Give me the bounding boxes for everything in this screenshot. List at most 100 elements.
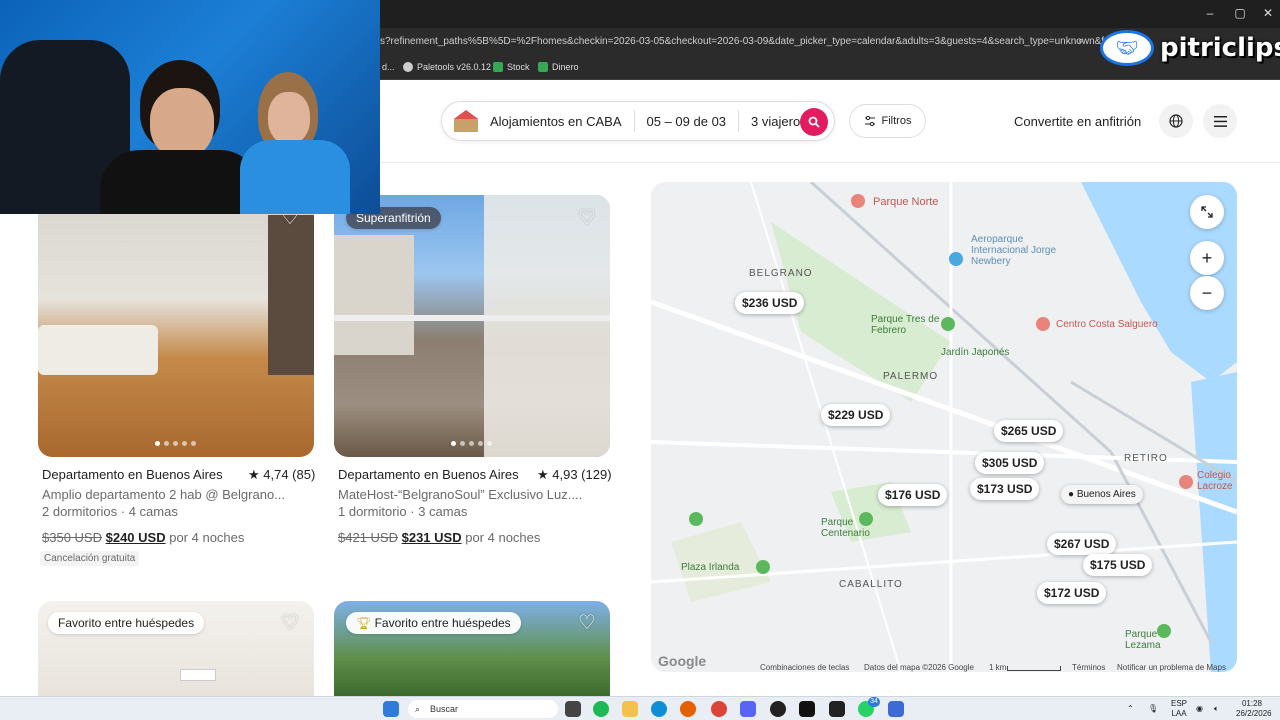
poi-marker-icon[interactable] <box>1179 475 1193 489</box>
park-icon[interactable] <box>859 512 873 526</box>
app-icon[interactable] <box>770 701 786 717</box>
filters-button[interactable]: Filtros <box>849 104 926 138</box>
price-marker[interactable]: $236 USD <box>735 292 805 314</box>
listing-title[interactable]: Departamento en Buenos Aires <box>42 467 223 482</box>
park-icon[interactable] <box>1157 624 1171 638</box>
heart-icon[interactable]: ♡ <box>576 207 598 229</box>
bookmark-paletools[interactable]: Paletools v26.0.12 <box>403 62 491 72</box>
price-marker[interactable]: $265 USD <box>994 420 1064 442</box>
globe-icon <box>1169 114 1183 128</box>
terms-link[interactable]: Términos <box>1072 663 1105 672</box>
map-label: RETIRO <box>1124 453 1168 464</box>
listing-title[interactable]: Departamento en Buenos Aires <box>338 467 519 482</box>
language-button[interactable] <box>1159 104 1193 138</box>
free-cancellation-tag: Cancelación gratuita <box>40 551 140 566</box>
keyboard-shortcuts-link[interactable]: Combinaciones de teclas <box>760 663 849 672</box>
price-period: por 4 noches <box>169 530 245 545</box>
price-marker[interactable]: $175 USD <box>1083 554 1153 576</box>
price-marker[interactable]: $229 USD <box>821 404 891 426</box>
map-label: Centro Costa Salguero <box>1056 319 1158 330</box>
scale-bar <box>1007 666 1061 671</box>
sofa-shape <box>38 325 158 375</box>
search-button[interactable] <box>800 108 828 136</box>
taskbar-search[interactable]: ⌕ Buscar <box>408 700 558 718</box>
plus-icon <box>538 62 548 72</box>
park-icon[interactable] <box>941 317 955 331</box>
app-icon[interactable] <box>888 701 904 717</box>
map-label: CABALLITO <box>839 579 903 590</box>
search-bar[interactable]: Alojamientos en CABA 05 – 09 de 03 3 via… <box>441 101 835 141</box>
zoom-in-button[interactable]: + <box>1190 241 1224 275</box>
expand-map-button[interactable] <box>1190 195 1224 229</box>
scale-text: 1 km <box>989 663 1007 672</box>
map-label: BELGRANO <box>749 268 813 279</box>
bookmark-d[interactable]: d... <box>382 62 395 72</box>
tiktok-icon[interactable] <box>799 701 815 717</box>
wall-cabinet-shape <box>268 215 314 375</box>
microphone-icon[interactable]: 🎙︎ <box>1148 704 1158 714</box>
poi-marker-icon[interactable] <box>851 194 865 208</box>
poi-marker-icon[interactable] <box>1036 317 1050 331</box>
map-label: Parque Norte <box>873 196 939 208</box>
price-marker[interactable]: $173 USD <box>970 478 1040 500</box>
house-icon <box>454 110 478 132</box>
map-label: Jardín Japonés <box>941 347 1010 358</box>
capcut-icon[interactable] <box>829 701 845 717</box>
tray-chevron-icon[interactable]: ⌃ <box>1127 704 1134 714</box>
dates-field[interactable]: 05 – 09 de 03 <box>635 114 739 129</box>
volume-icon[interactable]: 🔈︎ <box>1214 704 1219 714</box>
price-marker[interactable]: $305 USD <box>975 452 1045 474</box>
minimize-button[interactable]: – <box>1203 6 1217 20</box>
listing-image[interactable] <box>334 195 610 457</box>
menu-button[interactable] <box>1203 104 1237 138</box>
map-label: Aeroparque Internacional Jorge Newbery <box>971 234 1057 267</box>
price-marker[interactable]: $267 USD <box>1047 533 1117 555</box>
windows-start-icon[interactable] <box>383 701 399 717</box>
listing-image[interactable] <box>38 195 314 457</box>
image-dots <box>451 441 492 446</box>
railing-shape <box>334 315 610 321</box>
maximize-button[interactable]: ▢ <box>1233 6 1247 20</box>
language-indicator[interactable]: ESP LAA <box>1168 699 1190 719</box>
air-conditioner-shape <box>180 669 216 681</box>
wifi-icon[interactable]: ◉ <box>1196 704 1203 714</box>
spotify-icon[interactable] <box>593 701 609 717</box>
report-problem-link[interactable]: Notificar un problema de Maps <box>1117 663 1226 672</box>
edge-icon[interactable] <box>651 701 667 717</box>
listing-price[interactable]: $350 USD $240 USD por 4 noches <box>42 530 244 545</box>
close-button[interactable]: ✕ <box>1261 6 1275 20</box>
search-icon <box>808 116 820 128</box>
search-icon: ⌕ <box>415 704 421 714</box>
firefox-icon[interactable] <box>680 701 696 717</box>
location-field[interactable]: Alojamientos en CABA <box>478 114 634 129</box>
file-explorer-icon[interactable] <box>622 701 638 717</box>
person-face-shape <box>268 92 310 144</box>
city-label[interactable]: ● Buenos Aires <box>1061 485 1143 504</box>
guest-favorite-badge: 🏆︎ Favorito entre huéspedes <box>346 612 521 634</box>
map-background <box>651 182 1237 672</box>
person-body-shape <box>100 150 260 214</box>
chrome-icon[interactable] <box>711 701 727 717</box>
price-marker[interactable]: $176 USD <box>878 484 948 506</box>
become-host-link[interactable]: Convertite en anfitrión <box>1014 114 1141 129</box>
guest-favorite-badge: Favorito entre huéspedes <box>48 612 205 634</box>
image-dots <box>155 441 196 446</box>
task-view-icon[interactable] <box>565 701 581 717</box>
park-icon[interactable] <box>689 512 703 526</box>
zoom-out-button[interactable]: − <box>1190 276 1224 310</box>
bookmark-dinero[interactable]: Dinero <box>538 62 579 72</box>
heart-icon[interactable]: ♡ <box>279 612 301 634</box>
discord-icon[interactable] <box>740 701 756 717</box>
airport-icon[interactable] <box>949 252 963 266</box>
heart-icon[interactable]: ♡ <box>576 612 598 634</box>
park-icon[interactable] <box>756 560 770 574</box>
listing-subtitle: Amplio departamento 2 hab @ Belgrano... <box>42 487 286 502</box>
price-marker[interactable]: $172 USD <box>1037 582 1107 604</box>
bookmark-stock[interactable]: Stock <box>493 62 530 72</box>
zoom-icon[interactable]: ⌕ <box>1078 35 1084 48</box>
listing-price[interactable]: $421 USD $231 USD por 4 noches <box>338 530 540 545</box>
url-text[interactable]: s?refinement_paths%5B%5D=%2Fhomes&checki… <box>380 36 1112 47</box>
google-logo: Google <box>658 653 707 669</box>
map[interactable]: Parque Norte Aeroparque Internacional Jo… <box>651 182 1237 672</box>
clock[interactable]: 01:28 26/2/2026 <box>1236 699 1272 719</box>
